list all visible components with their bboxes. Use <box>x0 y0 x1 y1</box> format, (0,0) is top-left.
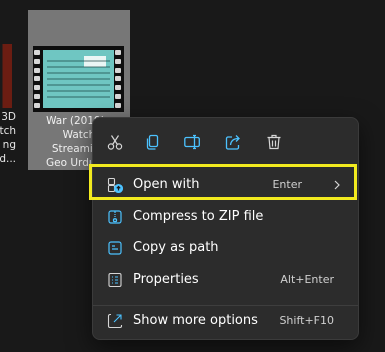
file-name-line: d... <box>0 153 16 165</box>
file-name-line: 3D <box>1 111 16 123</box>
menu-item-label: Compress to ZIP file <box>133 209 264 224</box>
delete-button[interactable] <box>260 129 288 155</box>
menu-item-label: Copy as path <box>133 240 219 255</box>
menu-item-shortcut: Alt+Enter <box>280 273 334 286</box>
delete-icon <box>267 134 281 150</box>
show-more-icon <box>107 313 123 329</box>
zip-icon <box>108 210 122 224</box>
menu-item-show-more-options[interactable]: Show more options Shift+F10 <box>97 306 354 336</box>
menu-item-label: Properties <box>133 272 199 287</box>
rename-icon <box>184 134 200 150</box>
menu-item-properties[interactable]: Properties Alt+Enter <box>97 265 354 295</box>
cut-button[interactable] <box>101 129 129 155</box>
file-name-line: tch <box>0 125 16 137</box>
frame-text-lines <box>47 60 110 102</box>
video-frame <box>43 50 114 108</box>
share-icon <box>225 135 240 150</box>
file-thumbnail <box>0 44 12 108</box>
file-name: 3D tch ng d... <box>0 110 16 166</box>
rename-button[interactable] <box>178 129 206 155</box>
film-strip-holes <box>34 50 42 108</box>
context-menu-toolbar <box>93 129 358 155</box>
properties-icon <box>108 272 122 288</box>
highlight-box <box>89 164 357 200</box>
copy-icon <box>146 134 159 150</box>
file-tile-partial[interactable]: 3D tch ng d... <box>0 44 20 170</box>
copy-button[interactable] <box>139 129 167 155</box>
context-menu: Open with Enter Compress to ZIP file Cop… <box>92 117 359 340</box>
file-name-line: ng <box>2 139 16 151</box>
menu-item-label: Show more options <box>133 313 258 328</box>
copy-path-icon <box>108 241 122 255</box>
menu-item-shortcut: Shift+F10 <box>279 314 334 327</box>
menu-item-copy-as-path[interactable]: Copy as path <box>97 233 354 263</box>
film-strip-holes <box>115 50 123 108</box>
cut-icon <box>107 135 123 150</box>
share-button[interactable] <box>219 129 247 155</box>
menu-item-compress-zip[interactable]: Compress to ZIP file <box>97 202 354 232</box>
video-thumbnail <box>33 46 124 112</box>
